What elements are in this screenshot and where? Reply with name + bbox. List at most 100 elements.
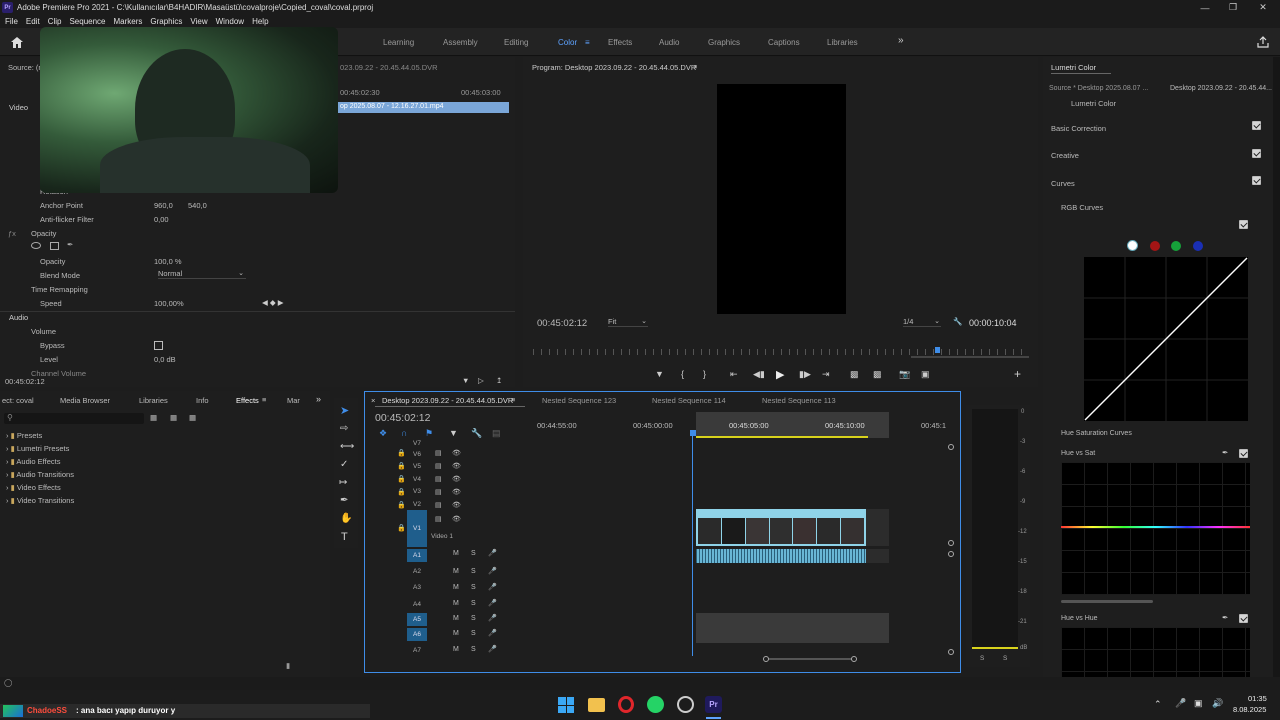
opera-icon[interactable] bbox=[618, 696, 634, 713]
tab-media-browser[interactable]: Media Browser bbox=[60, 396, 110, 405]
razor-tool-icon[interactable]: ✓ bbox=[340, 459, 348, 470]
mark-in-icon[interactable]: { bbox=[681, 369, 684, 379]
blend-mode-select[interactable]: Normal ⌄ bbox=[158, 269, 246, 279]
timeline-settings-icon[interactable]: 🔧 bbox=[471, 428, 482, 439]
scroll-handle[interactable] bbox=[948, 649, 954, 655]
eyedropper-icon[interactable]: ✒ bbox=[1222, 613, 1228, 622]
video-clip[interactable] bbox=[696, 509, 866, 546]
solo-left-button[interactable]: S bbox=[980, 655, 984, 662]
captions-icon[interactable]: ▤ bbox=[492, 428, 501, 439]
eye-icon[interactable]: 👁 bbox=[452, 501, 461, 509]
workspace-libraries[interactable]: Libraries bbox=[827, 38, 858, 47]
scroll-handle[interactable] bbox=[948, 551, 954, 557]
solo-button[interactable]: S bbox=[471, 550, 476, 557]
solo-button[interactable]: S bbox=[471, 615, 476, 622]
app-icon[interactable] bbox=[677, 696, 694, 713]
rgb-curve-graph[interactable] bbox=[1084, 257, 1248, 421]
rectangle-mask-icon[interactable] bbox=[50, 242, 59, 250]
menu-markers[interactable]: Markers bbox=[114, 17, 143, 26]
lumetri-sequence[interactable]: Desktop 2023.09.22 - 20.45.44... bbox=[1170, 85, 1272, 92]
zoom-handle-right[interactable] bbox=[851, 656, 857, 662]
sync-lock-icon[interactable]: ▤ bbox=[435, 449, 442, 457]
volume-icon[interactable]: 🔊 bbox=[1212, 698, 1223, 709]
solo-button[interactable]: S bbox=[471, 568, 476, 575]
ripple-edit-tool-icon[interactable]: ⟷ bbox=[340, 441, 354, 452]
folder-audio-effects[interactable]: › ▮ Audio Effects bbox=[6, 457, 60, 466]
track-select-tool-icon[interactable]: ⇨ bbox=[340, 423, 348, 434]
lumetri-creative[interactable]: Creative bbox=[1051, 151, 1079, 160]
program-timecode[interactable]: 00:45:02:12 bbox=[537, 318, 587, 329]
32bit-effects-icon[interactable]: ▦ bbox=[170, 413, 177, 422]
tab-nested-114[interactable]: Nested Sequence 114 bbox=[652, 396, 726, 405]
eye-icon[interactable]: 👁 bbox=[452, 475, 461, 483]
pen-tool-icon[interactable]: ✒ bbox=[340, 495, 348, 506]
ec-level-value[interactable]: 0,0 dB bbox=[154, 355, 176, 364]
add-marker-icon[interactable]: ▼ bbox=[655, 369, 664, 379]
premiere-taskbar-icon[interactable]: Pr bbox=[705, 696, 722, 713]
display-icon[interactable]: ▣ bbox=[1194, 698, 1203, 709]
sync-lock-icon[interactable]: ▤ bbox=[435, 475, 442, 483]
timeline-horizontal-scrollbar[interactable] bbox=[764, 658, 856, 660]
workspace-assembly[interactable]: Assembly bbox=[443, 38, 478, 47]
solo-right-button[interactable]: S bbox=[1003, 655, 1007, 662]
nest-toggle-icon[interactable]: ❖ bbox=[379, 428, 387, 439]
program-playhead[interactable] bbox=[935, 347, 940, 353]
lumetri-curves[interactable]: Curves bbox=[1051, 179, 1075, 188]
workspace-graphics[interactable]: Graphics bbox=[708, 38, 740, 47]
audio-clip[interactable] bbox=[696, 549, 866, 563]
folder-lumetri-presets[interactable]: › ▮ Lumetri Presets bbox=[6, 444, 69, 453]
filter-icon[interactable]: ▼ bbox=[462, 376, 469, 385]
program-ruler[interactable] bbox=[533, 349, 1028, 355]
eye-icon[interactable]: 👁 bbox=[452, 515, 461, 523]
playhead-line[interactable] bbox=[692, 434, 693, 656]
track-a6-target[interactable]: A6 bbox=[407, 628, 427, 641]
lock-icon[interactable]: 🔒 bbox=[397, 475, 406, 483]
lift-icon[interactable]: ▩ bbox=[850, 369, 859, 380]
tab-nested-113[interactable]: Nested Sequence 113 bbox=[762, 396, 836, 405]
mark-out-icon[interactable]: } bbox=[703, 369, 706, 379]
panel-menu-icon[interactable]: ≡ bbox=[693, 62, 697, 71]
solo-button[interactable]: S bbox=[471, 630, 476, 637]
ec-anchor-x[interactable]: 960,0 bbox=[154, 201, 173, 210]
microphone-icon[interactable]: 🎤 bbox=[488, 645, 497, 653]
tab-info[interactable]: Info bbox=[196, 396, 209, 405]
timeline-timecode[interactable]: 00:45:02:12 bbox=[375, 412, 430, 424]
menu-window[interactable]: Window bbox=[216, 17, 244, 26]
lock-icon[interactable]: 🔒 bbox=[397, 488, 406, 496]
tab-effects[interactable]: Effects bbox=[236, 396, 259, 405]
microphone-tray-icon[interactable]: 🎤 bbox=[1175, 698, 1186, 709]
ec-timecode[interactable]: 00:45:02:12 bbox=[5, 377, 45, 386]
lock-icon[interactable]: 🔒 bbox=[397, 524, 406, 532]
hue-vs-hue-checkbox[interactable] bbox=[1239, 614, 1248, 623]
track-a1-target[interactable]: A1 bbox=[407, 549, 427, 562]
lock-icon[interactable]: 🔒 bbox=[397, 462, 406, 470]
lumetri-effect-select[interactable]: Lumetri Color bbox=[1071, 99, 1116, 108]
lumetri-basic-correction[interactable]: Basic Correction bbox=[1051, 124, 1106, 133]
slip-tool-icon[interactable]: ↦ bbox=[339, 477, 347, 488]
hue-vs-sat-graph[interactable] bbox=[1061, 462, 1250, 595]
menu-file[interactable]: File bbox=[5, 17, 18, 26]
workspace-editing[interactable]: Editing bbox=[504, 38, 528, 47]
keyframe-nav-icon[interactable]: ◀ ◆ ▶ bbox=[262, 298, 283, 307]
folder-audio-transitions[interactable]: › ▮ Audio Transitions bbox=[6, 470, 74, 479]
ec-opacity-value[interactable]: 100,0 % bbox=[154, 257, 182, 266]
red-channel-dot[interactable] bbox=[1150, 241, 1160, 251]
zoom-scrollbar[interactable] bbox=[911, 356, 1029, 358]
eye-icon[interactable]: 👁 bbox=[452, 449, 461, 457]
workspace-audio[interactable]: Audio bbox=[659, 38, 679, 47]
workspace-learning[interactable]: Learning bbox=[383, 38, 414, 47]
workspace-menu-icon[interactable]: ≡ bbox=[585, 38, 590, 47]
menu-clip[interactable]: Clip bbox=[48, 17, 62, 26]
track-a5-target[interactable]: A5 bbox=[407, 613, 427, 626]
file-explorer-icon[interactable] bbox=[588, 698, 605, 712]
lock-icon[interactable]: 🔒 bbox=[397, 449, 406, 457]
lock-icon[interactable]: 🔒 bbox=[397, 501, 406, 509]
sync-lock-icon[interactable]: ▤ bbox=[435, 515, 442, 523]
mute-button[interactable]: M bbox=[453, 646, 459, 653]
workspace-captions[interactable]: Captions bbox=[768, 38, 800, 47]
effects-search-input[interactable]: ⚲ bbox=[4, 413, 144, 424]
program-viewer[interactable] bbox=[717, 84, 846, 314]
step-back-icon[interactable]: ◀▮ bbox=[753, 369, 765, 380]
more-workspaces-icon[interactable]: » bbox=[898, 35, 904, 46]
panel-menu-icon[interactable]: ≡ bbox=[511, 395, 515, 404]
